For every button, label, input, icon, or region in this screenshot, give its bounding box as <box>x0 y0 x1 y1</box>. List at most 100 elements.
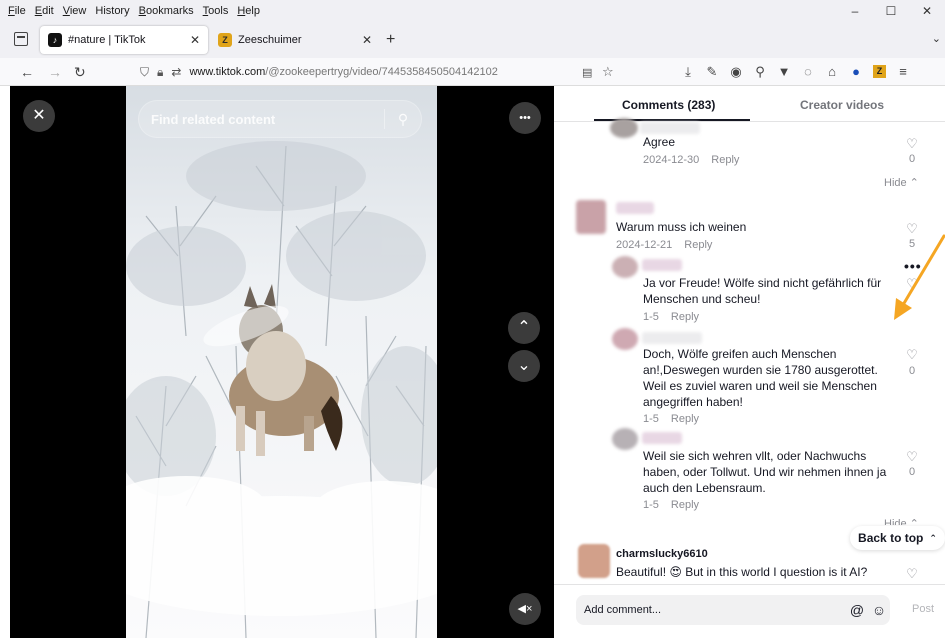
library-icon[interactable]: ⌂ <box>820 62 844 82</box>
reply-button[interactable]: Reply <box>684 239 712 251</box>
add-comment-placeholder: Add comment... <box>584 604 662 616</box>
mention-icon[interactable]: @ <box>846 602 868 618</box>
nav-bar: ← → ↻ ⛉ 🔒︎ ⇄ www.tiktok.com/@zookeepertr… <box>0 58 945 86</box>
maximize-button[interactable]: ☐ <box>873 0 909 22</box>
comment-composer: Add comment... @ ☺ Post <box>554 584 945 638</box>
heart-icon[interactable]: ♡ <box>904 566 920 582</box>
tab-comments[interactable]: Comments (283) <box>622 98 715 112</box>
reload-button[interactable]: ↻ <box>74 64 86 81</box>
related-search-bar[interactable]: Find related content ⚲ <box>138 100 422 138</box>
permissions-icon[interactable]: ⇄ <box>171 65 181 79</box>
bookmark-star-icon[interactable]: ☆ <box>602 64 614 80</box>
add-comment-input[interactable]: Add comment... @ ☺ <box>576 595 890 625</box>
comment-username[interactable]: charmslucky6610 <box>616 548 708 560</box>
annotation-arrow <box>894 234 945 320</box>
reader-view-icon[interactable]: ▤ <box>582 66 592 79</box>
close-window-button[interactable]: ✕ <box>909 0 945 22</box>
close-video-button[interactable]: ✕ <box>23 100 55 132</box>
tab-close-icon[interactable]: ✕ <box>190 33 200 47</box>
avatar[interactable] <box>612 428 638 450</box>
url-bar[interactable]: ⛉ 🔒︎ ⇄ www.tiktok.com/@zookeepertryg/vid… <box>140 61 620 83</box>
tools-icon[interactable]: ✎ <box>700 62 724 82</box>
menu-view[interactable]: View <box>59 5 91 17</box>
username-blurred[interactable] <box>642 432 682 444</box>
menu-tools[interactable]: Tools <box>199 5 233 17</box>
menu-history[interactable]: History <box>91 5 133 17</box>
tab-close-icon[interactable]: ✕ <box>362 33 372 47</box>
menu-help[interactable]: Help <box>233 5 264 17</box>
username-blurred[interactable] <box>640 122 700 134</box>
tab-tiktok[interactable]: ♪ #nature | TikTok ✕ <box>40 26 208 54</box>
username-blurred[interactable] <box>616 202 654 214</box>
video-frame[interactable] <box>126 86 437 638</box>
lock-icon[interactable]: 🔒︎ <box>157 65 163 80</box>
video-player: ✕ Find related content ⚲ ••• ⌃ ⌄ ◀× <box>10 86 554 638</box>
comment-text: Doch, Wölfe greifen auch Menschen an!,De… <box>643 347 878 409</box>
tab-bar: ♪ #nature | TikTok ✕ Z Zeeschuimer ✕ + ⌄ <box>0 22 945 58</box>
heart-icon[interactable]: ♡ <box>904 449 920 465</box>
heart-icon[interactable]: ♡ <box>904 347 920 363</box>
zeeschuimer-icon[interactable]: Z <box>873 65 886 78</box>
avatar[interactable] <box>576 200 606 234</box>
forward-button[interactable]: → <box>48 64 62 80</box>
like-count: 0 <box>908 466 916 478</box>
comment-meta: 1-5 Reply <box>643 413 699 425</box>
new-tab-button[interactable]: + <box>386 31 395 49</box>
comment-meta: 1-5 Reply <box>643 499 699 511</box>
reply-button[interactable]: Reply <box>671 413 699 425</box>
username-blurred[interactable] <box>642 259 682 271</box>
hide-replies-button[interactable]: Hide ⌃ <box>884 517 919 525</box>
tab-creator-videos[interactable]: Creator videos <box>800 98 884 112</box>
reply-button[interactable]: Reply <box>671 499 699 511</box>
url-path: /@zookeepertryg/video/744535845050414210… <box>265 66 498 78</box>
avatar[interactable] <box>612 256 638 278</box>
avatar[interactable] <box>578 544 610 578</box>
next-video-button[interactable]: ⌄ <box>508 350 540 382</box>
comment-date: 1-5 <box>643 311 659 323</box>
tab-list-icon[interactable] <box>14 32 28 46</box>
comment-date: 1-5 <box>643 413 659 425</box>
back-button[interactable]: ← <box>20 64 34 80</box>
post-button[interactable]: Post <box>912 603 934 615</box>
menu-file[interactable]: File <box>4 5 30 17</box>
ublock-icon[interactable]: ● <box>844 62 868 82</box>
toolbar-icons: ⤓ ✎ ◉ ⚲ ▼ ◌ ⌂ ● Z ≡ <box>676 62 915 82</box>
account-icon[interactable]: ◉ <box>724 62 748 82</box>
emoji-icon[interactable]: ☺ <box>868 602 890 618</box>
comment-text: Ja vor Freude! Wölfe sind nicht gefährli… <box>643 276 882 306</box>
like-count: 0 <box>908 365 916 377</box>
reply-button[interactable]: Reply <box>711 154 739 166</box>
extensions-icon[interactable]: ⚲ <box>748 62 772 82</box>
reply-button[interactable]: Reply <box>671 311 699 323</box>
comment-date: 1-5 <box>643 499 659 511</box>
wolf-in-snow-image <box>126 141 437 638</box>
back-to-top-button[interactable]: Back to top ⌃ <box>850 526 945 550</box>
tab-overflow-icon[interactable]: ⌄ <box>932 32 941 45</box>
avatar[interactable] <box>612 328 638 350</box>
search-icon[interactable]: ⚲ <box>385 111 421 128</box>
heart-icon[interactable]: ♡ <box>904 136 920 152</box>
comments-panel: Comments (283) Creator videos Agree 2024… <box>554 86 945 638</box>
comment-meta: 2024-12-21 Reply <box>616 239 712 251</box>
more-options-button[interactable]: ••• <box>509 102 541 134</box>
pocket-icon[interactable]: ▼ <box>772 62 796 82</box>
minimize-button[interactable]: – <box>837 0 873 22</box>
download-icon[interactable]: ⤓ <box>676 62 700 82</box>
ghostery-icon[interactable]: ◌ <box>796 62 820 82</box>
avatar[interactable] <box>610 118 638 138</box>
previous-video-button[interactable]: ⌃ <box>508 312 540 344</box>
hide-replies-button[interactable]: Hide ⌃ <box>884 176 919 189</box>
username-blurred[interactable] <box>642 332 702 344</box>
menu-bookmarks[interactable]: Bookmarks <box>135 5 198 17</box>
menu-icon[interactable]: ≡ <box>891 62 915 82</box>
tab-title: #nature | TikTok <box>68 34 146 46</box>
double-chevron-up-icon: ⌃ <box>929 532 937 543</box>
panel-tabs: Comments (283) Creator videos <box>554 86 945 122</box>
comment-meta: 2024-12-30 Reply <box>643 154 739 166</box>
menu-edit[interactable]: Edit <box>31 5 58 17</box>
shield-icon[interactable]: ⛉ <box>140 65 149 80</box>
comment-text: Beautiful! 😍 But in this world I questio… <box>616 565 868 579</box>
tab-zeeschuimer[interactable]: Z Zeeschuimer ✕ <box>210 26 380 54</box>
related-search-input[interactable]: Find related content <box>151 112 384 127</box>
mute-button[interactable]: ◀× <box>509 593 541 625</box>
